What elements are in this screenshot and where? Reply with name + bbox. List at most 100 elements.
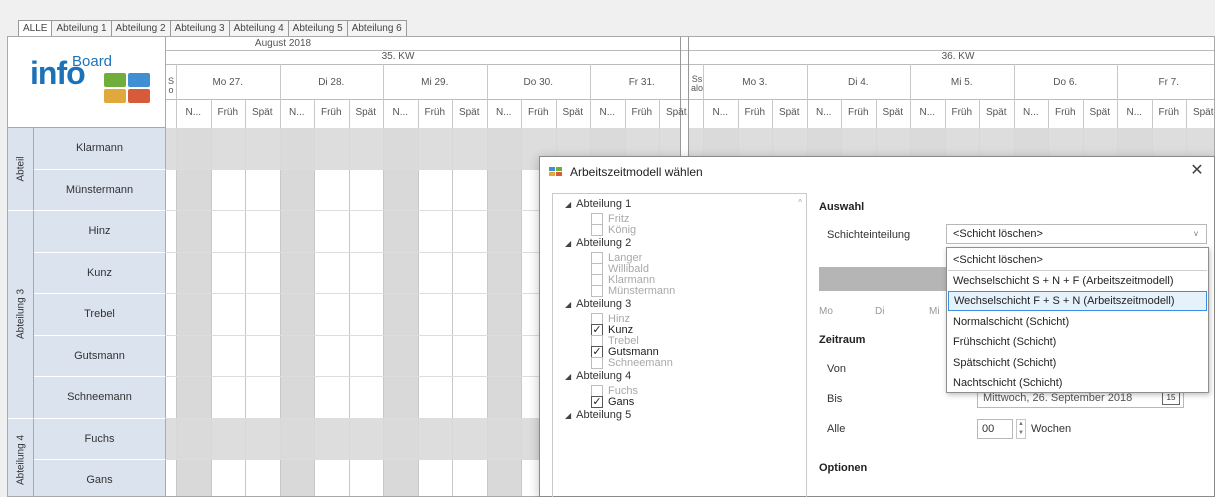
tree-item-label: Gans bbox=[608, 396, 635, 408]
tree-item-checkbox[interactable]: Schneemann bbox=[591, 356, 673, 370]
bis-label: Bis bbox=[827, 393, 843, 405]
employee-name: Gutsmann bbox=[34, 335, 166, 377]
dropdown-option[interactable]: Wechselschicht S + N + F (Arbeitszeitmod… bbox=[948, 271, 1207, 291]
day-header: Fr 7. bbox=[1158, 77, 1180, 88]
shift-preview-bar bbox=[819, 267, 949, 291]
dialog-titlebar: Arbeitszeitmodell wählen ✕ bbox=[540, 157, 1214, 187]
tab-abteilung-5[interactable]: Abteilung 5 bbox=[287, 20, 348, 36]
dropdown-option[interactable]: Spätschicht (Schicht) bbox=[948, 353, 1207, 373]
tab-alle[interactable]: ALLE bbox=[18, 20, 53, 36]
shift-header: Früh bbox=[744, 107, 766, 118]
tree-group[interactable]: ◢ Abteilung 4 bbox=[565, 370, 631, 382]
optionen-heading: Optionen bbox=[819, 462, 868, 474]
select-value: <Schicht löschen> bbox=[953, 228, 1043, 240]
weeks-stepper[interactable]: ▲ ▼ bbox=[1016, 419, 1026, 439]
group-label-1: Abteilung 3 bbox=[8, 211, 34, 419]
shift-header: N... bbox=[712, 107, 729, 118]
checkbox-icon[interactable] bbox=[591, 357, 603, 369]
expand-triangle-icon[interactable]: ◢ bbox=[565, 300, 571, 309]
department-tabs: ALLE Abteilung 1 Abteilung 2 Abteilung 3 Abt… bbox=[18, 20, 407, 36]
group-name: Abteilung 3 bbox=[15, 289, 26, 340]
group-name: Abteilung 4 bbox=[15, 434, 26, 485]
arbeitszeitmodell-dialog: Arbeitszeitmodell wählen ✕ ^ ◢ Abteilung … bbox=[539, 156, 1215, 497]
shift-header: N... bbox=[392, 107, 409, 118]
employee-name: Gans bbox=[34, 460, 166, 496]
tree-item-checkbox[interactable]: König bbox=[591, 223, 636, 237]
shift-header: N... bbox=[1126, 107, 1143, 118]
tab-abteilung-3[interactable]: Abteilung 3 bbox=[169, 20, 230, 36]
dropdown-option[interactable]: Wechselschicht F + S + N (Arbeitszeitmod… bbox=[948, 291, 1207, 311]
dropdown-option[interactable]: Normalschicht (Schicht) bbox=[948, 312, 1207, 332]
dropdown-option[interactable]: Nachtschicht (Schicht) bbox=[948, 373, 1207, 393]
calendar-icon[interactable]: 15 bbox=[1162, 391, 1180, 405]
chevron-down-icon: v bbox=[1194, 229, 1198, 238]
day-header: Di 28. bbox=[318, 77, 345, 88]
tree-item-label: Münstermann bbox=[608, 285, 676, 297]
shift-header: Früh bbox=[1158, 107, 1180, 118]
shift-header: Spät bbox=[665, 107, 687, 118]
employee-name: Hinz bbox=[34, 211, 166, 253]
day-header: Do 30. bbox=[523, 77, 553, 88]
day-header: Mi 5. bbox=[950, 77, 973, 88]
tab-abteilung-1[interactable]: Abteilung 1 bbox=[51, 20, 112, 36]
dropdown-option[interactable]: Frühschicht (Schicht) bbox=[948, 332, 1207, 352]
logo-tiles-icon bbox=[104, 73, 152, 105]
day-header: Fr 31. bbox=[628, 77, 655, 88]
checkmark-icon[interactable]: ✓ bbox=[591, 396, 603, 408]
shift-header: Früh bbox=[1054, 107, 1076, 118]
shift-header: Spät bbox=[458, 107, 480, 118]
expand-triangle-icon[interactable]: ◢ bbox=[565, 200, 571, 209]
employee-tree: ^ ◢ Abteilung 1 Fritz König ◢ Abteilung 2 Lang… bbox=[552, 193, 807, 497]
tab-abteilung-6[interactable]: Abteilung 6 bbox=[346, 20, 407, 36]
tree-group[interactable]: ◢ Abteilung 3 bbox=[565, 298, 631, 310]
shift-header: Spät bbox=[882, 107, 904, 118]
app-icon bbox=[549, 167, 563, 177]
infoboard-logo: info Board bbox=[8, 37, 166, 128]
shift-header: Spät bbox=[251, 107, 273, 118]
shift-header: Spät bbox=[562, 107, 584, 118]
checkbox-icon[interactable] bbox=[591, 224, 603, 236]
preview-day-mi: Mi bbox=[929, 306, 940, 317]
tree-item-checkbox[interactable]: Münstermann bbox=[591, 284, 675, 298]
employee-name: Münstermann bbox=[34, 169, 166, 211]
expand-triangle-icon[interactable]: ◢ bbox=[565, 372, 571, 381]
close-icon[interactable]: ✕ bbox=[1188, 162, 1206, 180]
employee-name: Schneemann bbox=[34, 377, 166, 419]
shift-header: Spät bbox=[355, 107, 377, 118]
shift-header: N... bbox=[599, 107, 616, 118]
tree-group-label: Abteilung 2 bbox=[576, 237, 632, 249]
tree-group[interactable]: ◢ Abteilung 5 bbox=[565, 409, 631, 421]
group-label-2: Abteilung 4 bbox=[8, 418, 34, 496]
tab-abteilung-2[interactable]: Abteilung 2 bbox=[110, 20, 171, 36]
day-header: Mo 27. bbox=[212, 77, 244, 88]
shift-header: Spät bbox=[1192, 107, 1214, 118]
shift-header: Früh bbox=[320, 107, 342, 118]
dropdown-option[interactable]: <Schicht löschen> bbox=[948, 250, 1207, 270]
day-header: Do 6. bbox=[1053, 77, 1078, 88]
day-header: Mi 29. bbox=[421, 77, 449, 88]
preview-day-di: Di bbox=[875, 306, 885, 317]
shift-header: Spät bbox=[778, 107, 800, 118]
tree-group-label: Abteilung 5 bbox=[576, 409, 632, 421]
expand-triangle-icon[interactable]: ◢ bbox=[565, 411, 571, 420]
auswahl-heading: Auswahl bbox=[819, 201, 865, 213]
alle-weeks-input[interactable]: 00 bbox=[977, 419, 1013, 439]
header-line bbox=[166, 99, 1214, 100]
employee-name: Fuchs bbox=[34, 418, 166, 460]
tree-group[interactable]: ◢ Abteilung 1 bbox=[565, 198, 631, 210]
shift-header: Spät bbox=[985, 107, 1007, 118]
expand-triangle-icon[interactable]: ◢ bbox=[565, 239, 571, 248]
tree-group-label: Abteilung 3 bbox=[576, 298, 632, 310]
schichteinteilung-dropdown: <Schicht löschen> Wechselschicht S + N + … bbox=[946, 247, 1209, 393]
tab-abteilung-4[interactable]: Abteilung 4 bbox=[228, 20, 289, 36]
checkbox-icon[interactable] bbox=[591, 285, 603, 297]
preview-day-mo: Mo bbox=[819, 306, 833, 317]
schichteinteilung-select[interactable]: <Schicht löschen> v bbox=[946, 224, 1207, 244]
shift-header: N... bbox=[815, 107, 832, 118]
employee-name: Kunz bbox=[34, 252, 166, 294]
tree-item-checkbox[interactable]: ✓ Gans bbox=[591, 395, 634, 409]
tree-group[interactable]: ◢ Abteilung 2 bbox=[565, 237, 631, 249]
scroll-up-icon[interactable]: ^ bbox=[798, 198, 802, 207]
wochen-label: Wochen bbox=[1031, 423, 1072, 435]
schichteinteilung-label: Schichteinteilung bbox=[827, 229, 911, 241]
